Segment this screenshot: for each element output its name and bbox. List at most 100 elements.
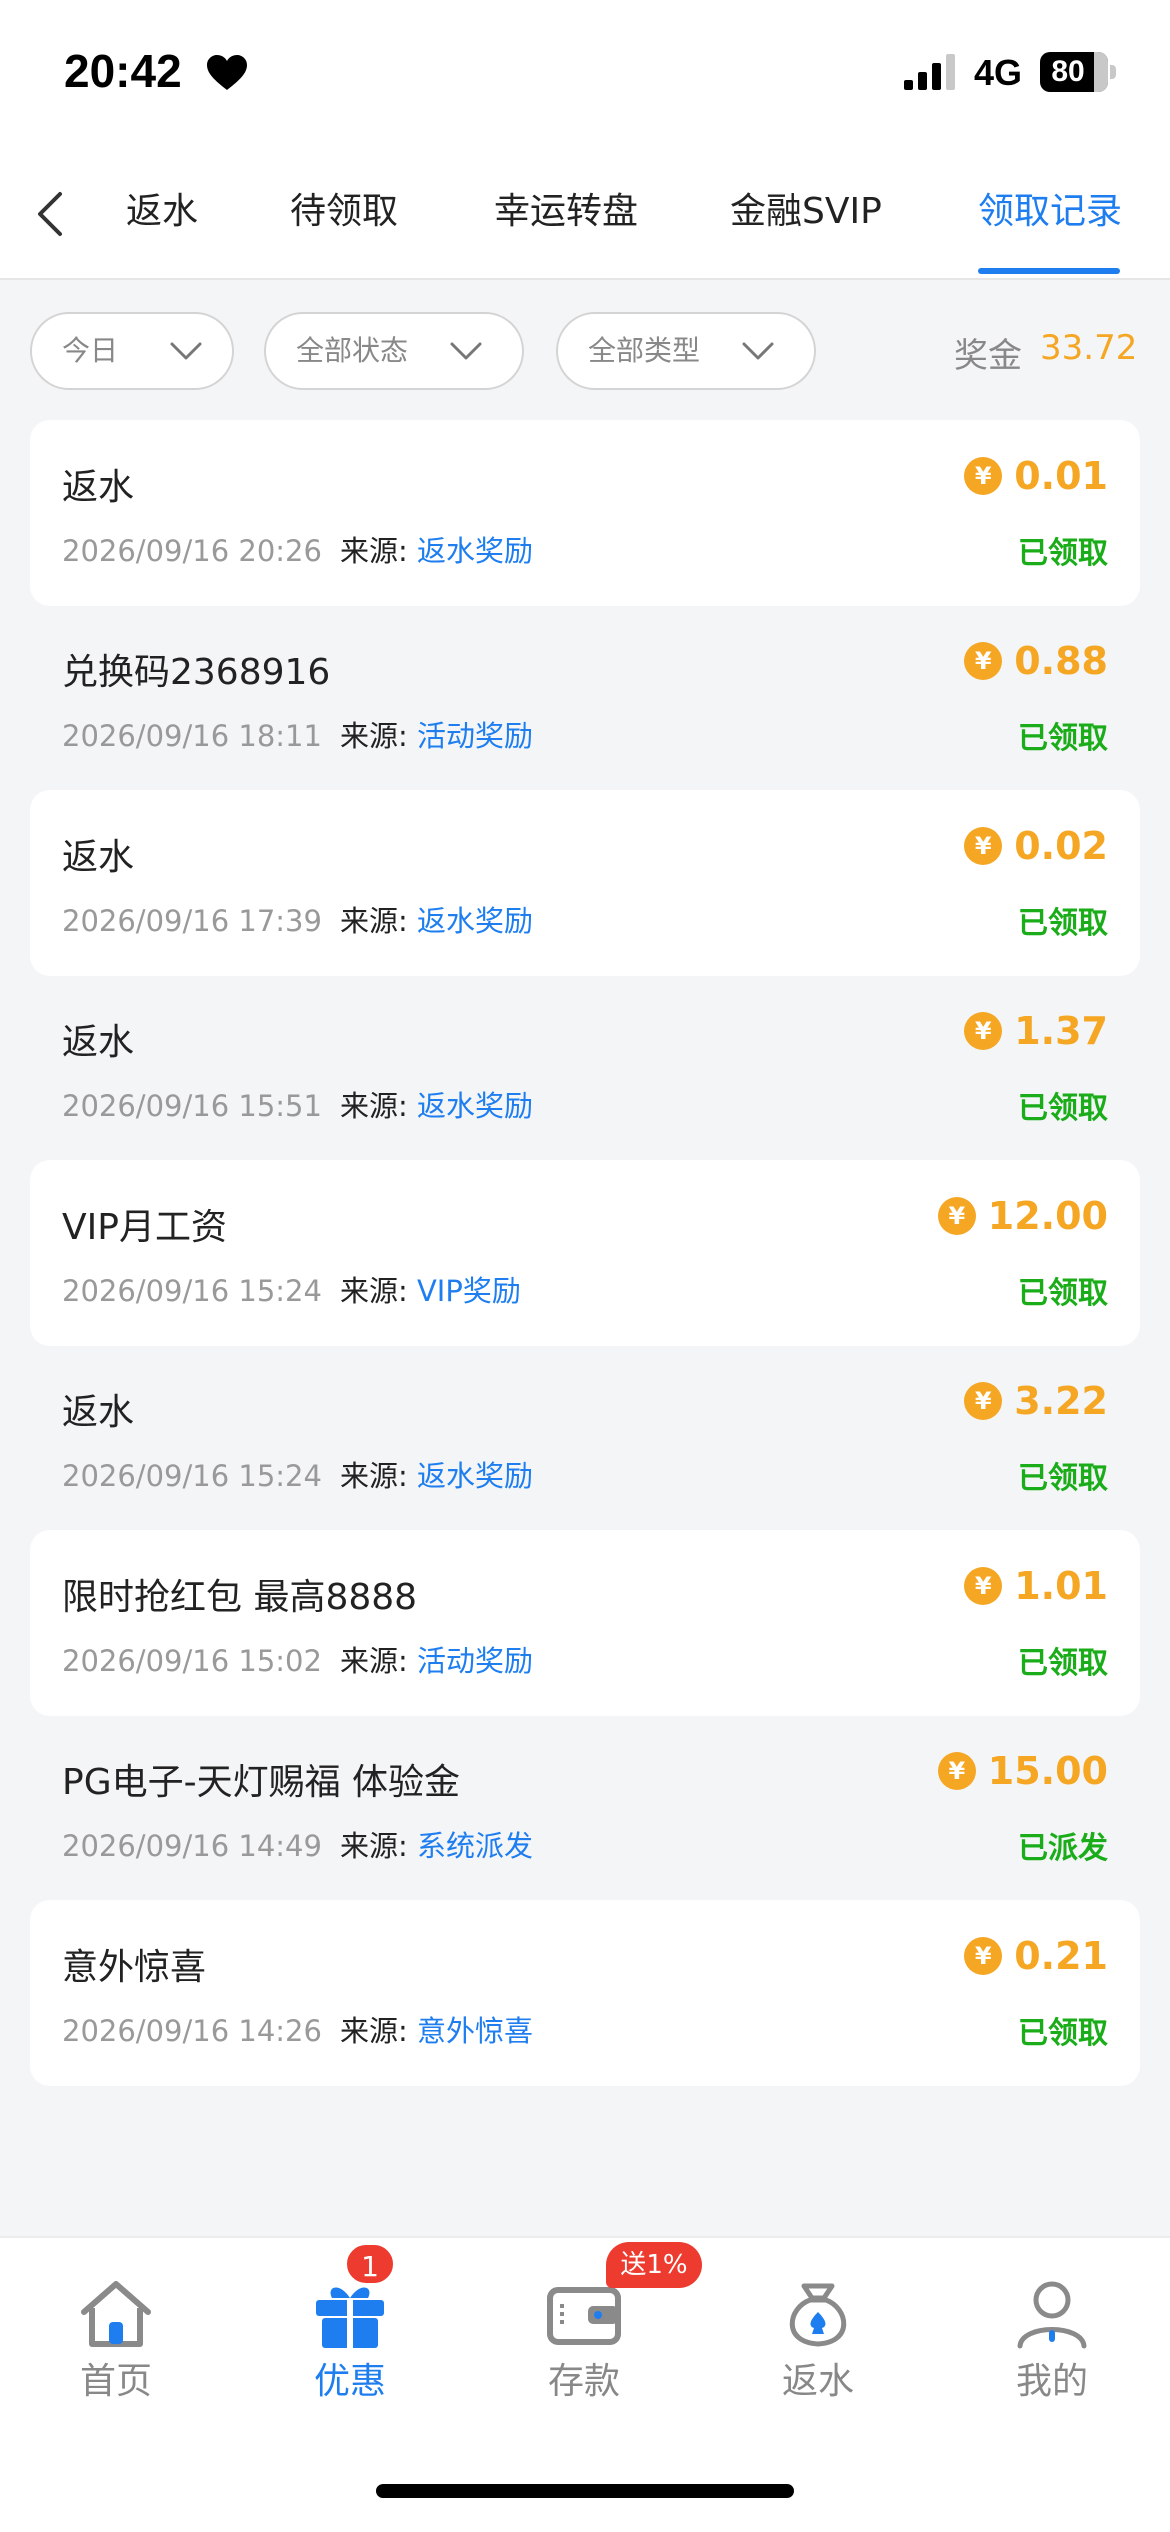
record-meta: 2026/09/16 14:49 来源: 系统派发 xyxy=(62,1823,533,1865)
record-source-label: 来源: xyxy=(339,534,408,568)
wallet-icon xyxy=(547,2287,621,2345)
coin-icon: ¥ xyxy=(964,1012,1003,1050)
record-title: 兑换码2368916 xyxy=(62,652,331,693)
record-item[interactable]: 兑换码2368916 2026/09/16 18:11 来源: 活动奖励 ¥0.88 已… xyxy=(30,605,1140,791)
record-source[interactable]: VIP奖励 xyxy=(417,1274,521,1308)
record-amount-value: 3.22 xyxy=(1014,1379,1108,1423)
record-amount: ¥12.00 xyxy=(937,1194,1108,1238)
record-source-label: 来源: xyxy=(339,1644,408,1678)
deposit-promo-badge: 送1% xyxy=(606,2242,702,2288)
back-icon[interactable] xyxy=(30,186,70,242)
nav-home-label: 首页 xyxy=(79,2361,152,2402)
record-status: 已领取 xyxy=(1018,1091,1108,1126)
record-amount-value: 0.02 xyxy=(1014,824,1108,868)
record-time: 2026/09/16 18:11 xyxy=(62,719,322,753)
record-item[interactable]: 限时抢红包 最高8888 2026/09/16 15:02 来源: 活动奖励 ¥1.0… xyxy=(30,1530,1140,1716)
record-source-label: 来源: xyxy=(339,1459,408,1493)
record-item[interactable]: 返水 2026/09/16 15:24 来源: 返水奖励 ¥3.22 已领取 xyxy=(30,1345,1140,1531)
record-meta: 2026/09/16 18:11 来源: 活动奖励 xyxy=(62,713,533,755)
coin-icon: ¥ xyxy=(964,827,1003,865)
record-source[interactable]: 意外惊喜 xyxy=(417,2014,533,2048)
active-tab-indicator xyxy=(978,268,1120,274)
record-title: 返水 xyxy=(62,1392,135,1433)
record-item[interactable]: 返水 2026/09/16 17:39 来源: 返水奖励 ¥0.02 已领取 xyxy=(30,790,1140,976)
record-amount-value: 1.37 xyxy=(1014,1009,1108,1053)
record-amount: ¥3.22 xyxy=(964,1379,1108,1423)
record-title: PG电子-天灯赐福 体验金 xyxy=(62,1762,461,1803)
record-title: 返水 xyxy=(62,1022,135,1063)
record-time: 2026/09/16 17:39 xyxy=(62,904,322,938)
coin-icon: ¥ xyxy=(964,1567,1003,1605)
coin-icon: ¥ xyxy=(964,642,1003,680)
type-filter[interactable]: 全部类型 xyxy=(556,312,816,390)
coin-icon: ¥ xyxy=(964,1937,1003,1975)
tab-finance-svip[interactable]: 金融SVIP xyxy=(730,182,882,242)
nav-mine-label: 我的 xyxy=(1015,2361,1088,2402)
tab-lucky-wheel[interactable]: 幸运转盘 xyxy=(494,182,638,242)
status-filter[interactable]: 全部状态 xyxy=(264,312,524,390)
coin-icon: ¥ xyxy=(937,1752,976,1790)
record-title: 返水 xyxy=(62,467,135,508)
chevron-down-icon xyxy=(170,342,202,360)
gift-icon xyxy=(316,2287,384,2348)
record-title: VIP月工资 xyxy=(62,1207,227,1248)
nav-rebate[interactable]: 返水 xyxy=(738,2268,898,2402)
home-icon xyxy=(81,2281,151,2347)
record-item[interactable]: VIP月工资 2026/09/16 15:24 来源: VIP奖励 ¥12.00 已领取 xyxy=(30,1160,1140,1346)
record-meta: 2026/09/16 17:39 来源: 返水奖励 xyxy=(62,898,533,940)
record-meta: 2026/09/16 15:51 来源: 返水奖励 xyxy=(62,1083,533,1125)
record-amount: ¥15.00 xyxy=(937,1749,1108,1793)
date-filter-label: 今日 xyxy=(62,334,119,367)
record-status: 已领取 xyxy=(1018,1276,1108,1311)
record-meta: 2026/09/16 14:26 来源: 意外惊喜 xyxy=(62,2008,533,2050)
tab-rebate[interactable]: 返水 xyxy=(126,182,198,242)
record-status: 已领取 xyxy=(1018,2016,1108,2051)
record-status: 已领取 xyxy=(1018,536,1108,571)
record-amount-value: 12.00 xyxy=(987,1194,1108,1238)
user-icon xyxy=(1017,2281,1087,2349)
nav-promotions[interactable]: 优惠 xyxy=(270,2268,430,2402)
record-source[interactable]: 活动奖励 xyxy=(417,719,533,753)
record-amount: ¥0.88 xyxy=(964,639,1108,683)
record-title: 限时抢红包 最高8888 xyxy=(62,1577,418,1618)
record-title: 意外惊喜 xyxy=(62,1947,207,1988)
status-time: 20:42 xyxy=(64,45,182,97)
record-amount-value: 1.01 xyxy=(1014,1564,1108,1608)
promotions-badge: 1 xyxy=(344,2242,396,2286)
date-filter[interactable]: 今日 xyxy=(30,312,234,390)
nav-deposit-label: 存款 xyxy=(547,2361,620,2402)
chevron-down-icon xyxy=(450,342,482,360)
record-meta: 2026/09/16 20:26 来源: 返水奖励 xyxy=(62,528,533,570)
tab-pending[interactable]: 待领取 xyxy=(290,182,398,242)
record-source[interactable]: 返水奖励 xyxy=(417,1459,533,1493)
signal-icon xyxy=(904,54,955,90)
tab-claim-records[interactable]: 领取记录 xyxy=(978,182,1122,242)
record-source[interactable]: 返水奖励 xyxy=(417,534,533,568)
record-item[interactable]: 返水 2026/09/16 15:51 来源: 返水奖励 ¥1.37 已领取 xyxy=(30,975,1140,1161)
record-amount-value: 0.01 xyxy=(1014,454,1108,498)
record-status: 已派发 xyxy=(1018,1831,1108,1866)
record-source[interactable]: 返水奖励 xyxy=(417,904,533,938)
bonus-label: 奖金 xyxy=(954,336,1022,376)
record-item[interactable]: PG电子-天灯赐福 体验金 2026/09/16 14:49 来源: 系统派发 ¥15… xyxy=(30,1715,1140,1901)
coin-icon: ¥ xyxy=(964,1382,1003,1420)
record-source[interactable]: 返水奖励 xyxy=(417,1089,533,1123)
record-amount: ¥0.21 xyxy=(964,1934,1108,1978)
chevron-down-icon xyxy=(742,342,774,360)
bonus-value: 33.72 xyxy=(1040,328,1138,368)
status-bar: 20:42 4G 80 xyxy=(0,0,1170,150)
nav-home[interactable]: 首页 xyxy=(36,2268,196,2402)
record-item[interactable]: 返水 2026/09/16 20:26 来源: 返水奖励 ¥0.01 已领取 xyxy=(30,420,1140,606)
record-source-label: 来源: xyxy=(339,1829,408,1863)
record-item[interactable]: 意外惊喜 2026/09/16 14:26 来源: 意外惊喜 ¥0.21 已领取 xyxy=(30,1900,1140,2086)
record-status: 已领取 xyxy=(1018,1646,1108,1681)
nav-promotions-label: 优惠 xyxy=(313,2361,386,2402)
record-status: 已领取 xyxy=(1018,906,1108,941)
record-source[interactable]: 活动奖励 xyxy=(417,1644,533,1678)
nav-mine[interactable]: 我的 xyxy=(972,2268,1132,2402)
record-status: 已领取 xyxy=(1018,1461,1108,1496)
record-amount-value: 0.88 xyxy=(1014,639,1108,683)
heart-icon xyxy=(207,55,247,90)
record-source[interactable]: 系统派发 xyxy=(417,1829,533,1863)
record-source-label: 来源: xyxy=(339,719,408,753)
